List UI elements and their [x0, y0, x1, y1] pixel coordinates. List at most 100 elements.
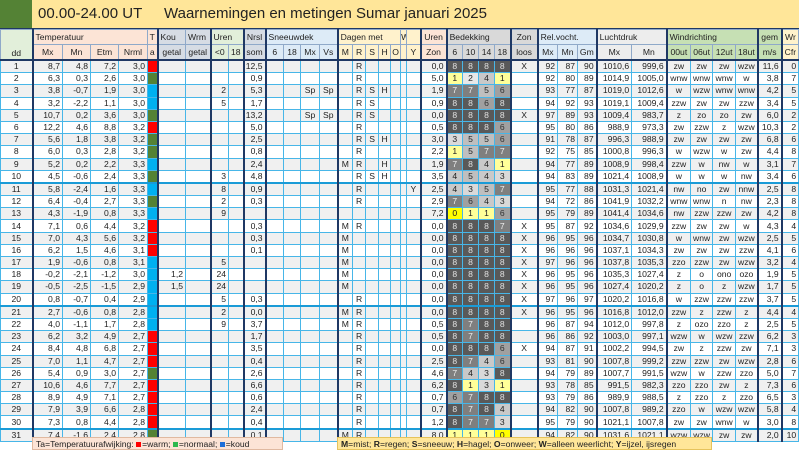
uren-18-cell	[227, 304, 245, 319]
wrm-getal-cell	[185, 145, 211, 159]
rv-mn-cell: 96	[557, 243, 579, 258]
zon-loos-cell: X	[509, 280, 539, 294]
ta-indicator	[147, 292, 158, 307]
ld-mn-cell: 988,5	[631, 391, 668, 405]
uren-18-cell	[227, 330, 245, 344]
zon-loos-cell	[509, 72, 539, 86]
wind-gem-cell: 3,4	[756, 96, 783, 110]
temp-nrml-cell: 3,0	[118, 268, 148, 282]
uren-18-cell	[227, 415, 245, 430]
dag-h-cell	[378, 255, 392, 270]
sneeuw-vs-cell	[319, 292, 339, 307]
temp-etm-cell: 2,4	[90, 169, 119, 184]
temp-mn-cell: 0,2	[62, 108, 91, 122]
ta-indicator	[147, 207, 158, 221]
wind-06-cell: o	[690, 268, 714, 282]
temp-mn-cell: 0,9	[62, 366, 91, 380]
dd-cell: 22	[0, 317, 33, 332]
ta-legend-label: Ta=Temperatuurafwijking:	[36, 439, 134, 449]
cfr-cell: 6	[780, 243, 799, 258]
dag-r-cell: R	[352, 354, 367, 368]
ld-mx-cell: 1007,7	[595, 366, 633, 380]
sneeuw-18-cell	[283, 378, 302, 393]
wind-18-cell: wzw	[735, 231, 759, 245]
sneeuw-6-cell	[264, 354, 285, 368]
bed-14-cell: 8	[478, 219, 496, 233]
bed-10-cell: 5	[462, 169, 480, 184]
dag-r-cell: R	[352, 391, 367, 405]
nrsl-som-cell: 3,7	[242, 317, 267, 332]
wind-12-cell: wzw	[712, 403, 737, 417]
table-row: 3 3,8 -0,7 1,9 3,0 2 5,3 Sp Sp R S H 1,9 7 7 5 6 93 77 87 10…	[0, 84, 799, 98]
nrsl-som-cell: 2,4	[242, 157, 267, 171]
zon-loos-cell	[509, 330, 539, 344]
wrm-getal-cell	[185, 255, 211, 270]
uren-lt0-cell	[209, 415, 229, 430]
header-h: H	[378, 44, 392, 61]
kou-getal-cell	[156, 403, 186, 417]
wrm-getal-cell	[185, 84, 211, 98]
uren-zon-cell: 2,5	[419, 354, 448, 368]
ld-mn-cell: 997,1	[631, 330, 668, 344]
page-title: Waarnemingen en metingen Sumar januari 2…	[164, 5, 487, 22]
sneeuw-vs-cell	[319, 181, 339, 197]
sneeuw-6-cell	[264, 181, 285, 197]
wind-18-cell: w	[735, 415, 759, 430]
wrm-getal-cell	[185, 157, 211, 171]
wind-18-cell: wzw	[735, 255, 759, 270]
bed-14-cell: 8	[478, 243, 496, 258]
dag-h-cell	[378, 145, 392, 159]
bed-10-cell: 8	[462, 304, 480, 319]
dd-cell: 11	[0, 181, 33, 197]
wind-00-cell: wzw	[665, 330, 692, 344]
ld-mn-cell: 1008,9	[631, 169, 668, 184]
rv-mn-cell: 95	[557, 280, 579, 294]
weather-code-legend: M=mist; R=regen; S=sneeuw; H=hagel; O=on…	[337, 437, 712, 450]
temp-mn-cell: 0,6	[62, 219, 91, 233]
temp-etm-cell: 6,8	[90, 342, 119, 356]
temp-nrml-cell: 3,3	[118, 169, 148, 184]
rv-mx-cell: 94	[536, 157, 559, 171]
dag-s-cell: S	[365, 133, 380, 147]
rv-mn-cell: 79	[557, 207, 579, 221]
bed-14-cell: 8	[478, 304, 496, 319]
wind-06-cell: w	[690, 403, 714, 417]
dag-o-cell	[390, 120, 402, 135]
dag-h-cell	[378, 366, 392, 380]
rv-gm-cell: 97	[577, 292, 598, 307]
temp-mx-cell: 6,2	[31, 243, 63, 258]
sneeuw-18-cell	[283, 195, 302, 209]
bed-14-cell: 5	[478, 181, 496, 197]
dd-cell: 3	[0, 84, 33, 98]
temp-mn-cell: -0,7	[62, 84, 91, 98]
bed-18-cell: 8	[494, 59, 512, 74]
dd-cell: 17	[0, 255, 33, 270]
wind-gem-cell: 2,5	[756, 181, 783, 197]
dag-h-cell	[378, 219, 392, 233]
table-row: 30 7,3 0,8 4,4 2,8 0,4 R 1,2 8 7 7 3 95 79 90 1021,1 100…	[0, 415, 799, 430]
wind-12-cell: zzw	[712, 342, 737, 356]
sneeuw-vs-cell	[319, 255, 339, 270]
nrsl-som-cell	[242, 255, 267, 270]
rv-gm-cell: 94	[577, 317, 598, 332]
rv-mn-cell: 95	[557, 268, 579, 282]
dag-m-cell: M	[336, 304, 354, 319]
dag-s-cell	[365, 292, 380, 307]
dag-s-cell	[365, 231, 380, 245]
nrsl-som-cell: 0,4	[242, 415, 267, 430]
sneeuw-vs-cell	[319, 342, 339, 356]
rv-gm-cell: 89	[577, 207, 598, 221]
nrsl-som-cell: 2,5	[242, 133, 267, 147]
bed-14-cell: 8	[478, 120, 496, 135]
wind-18-cell: nw	[735, 169, 759, 184]
temp-mx-cell: 3,2	[31, 96, 63, 110]
table-row: 23 6,2 3,2 4,9 2,7 1,7 R 0,5 8 7 8 8 96 86 92 1003,0 997…	[0, 330, 799, 344]
sneeuw-vs-cell	[319, 366, 339, 380]
wrm-getal-cell	[185, 181, 211, 197]
dag-h-cell	[378, 195, 392, 209]
sneeuw-18-cell	[283, 366, 302, 380]
bed-10-cell: 2	[462, 72, 480, 86]
dag-y-cell	[406, 292, 422, 307]
kou-getal-cell	[156, 292, 186, 307]
dag-m-cell	[336, 207, 354, 221]
